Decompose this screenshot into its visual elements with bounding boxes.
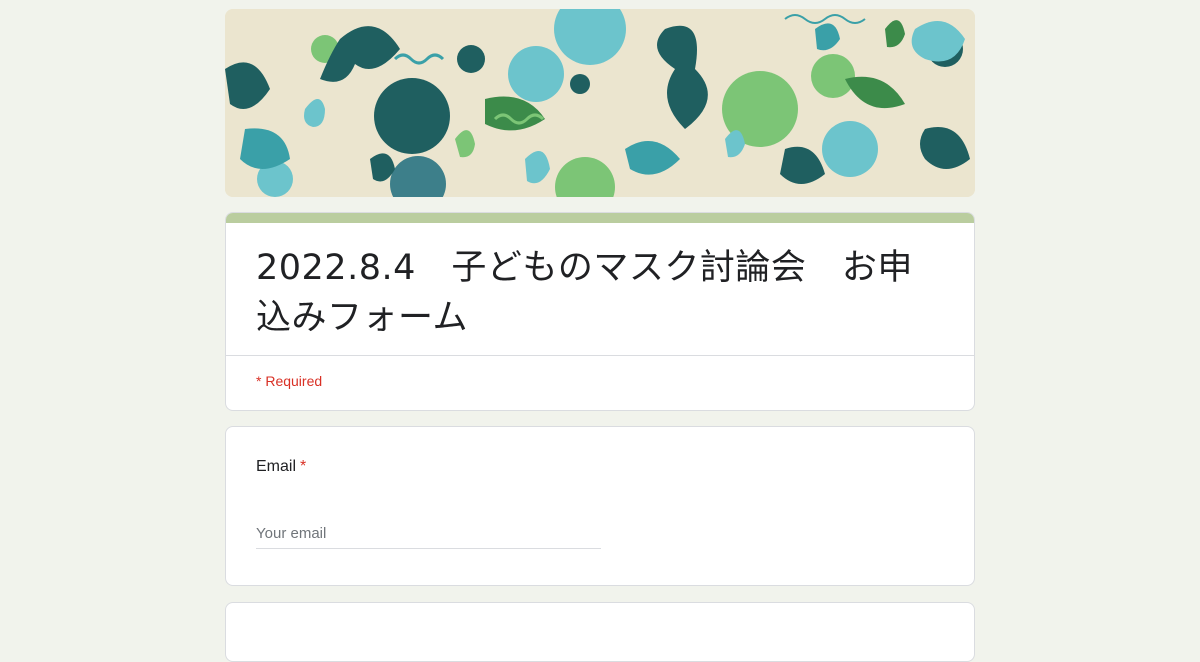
header-banner-image	[225, 9, 975, 197]
question-label: Email *	[256, 458, 306, 476]
question-title: Email	[256, 458, 297, 475]
required-note: * Required	[256, 373, 323, 389]
header-divider	[226, 355, 974, 356]
email-field[interactable]	[256, 515, 601, 549]
question-card-next	[225, 602, 975, 662]
form-header-card: 2022.8.4 子どものマスク討論会 お申込みフォーム * Required	[225, 212, 975, 411]
question-card-email: Email *	[225, 426, 975, 586]
title-accent-bar	[226, 213, 974, 223]
form-title: 2022.8.4 子どものマスク討論会 お申込みフォーム	[256, 248, 913, 338]
ocean-pattern-illustration	[225, 9, 975, 197]
required-asterisk: *	[300, 458, 307, 475]
